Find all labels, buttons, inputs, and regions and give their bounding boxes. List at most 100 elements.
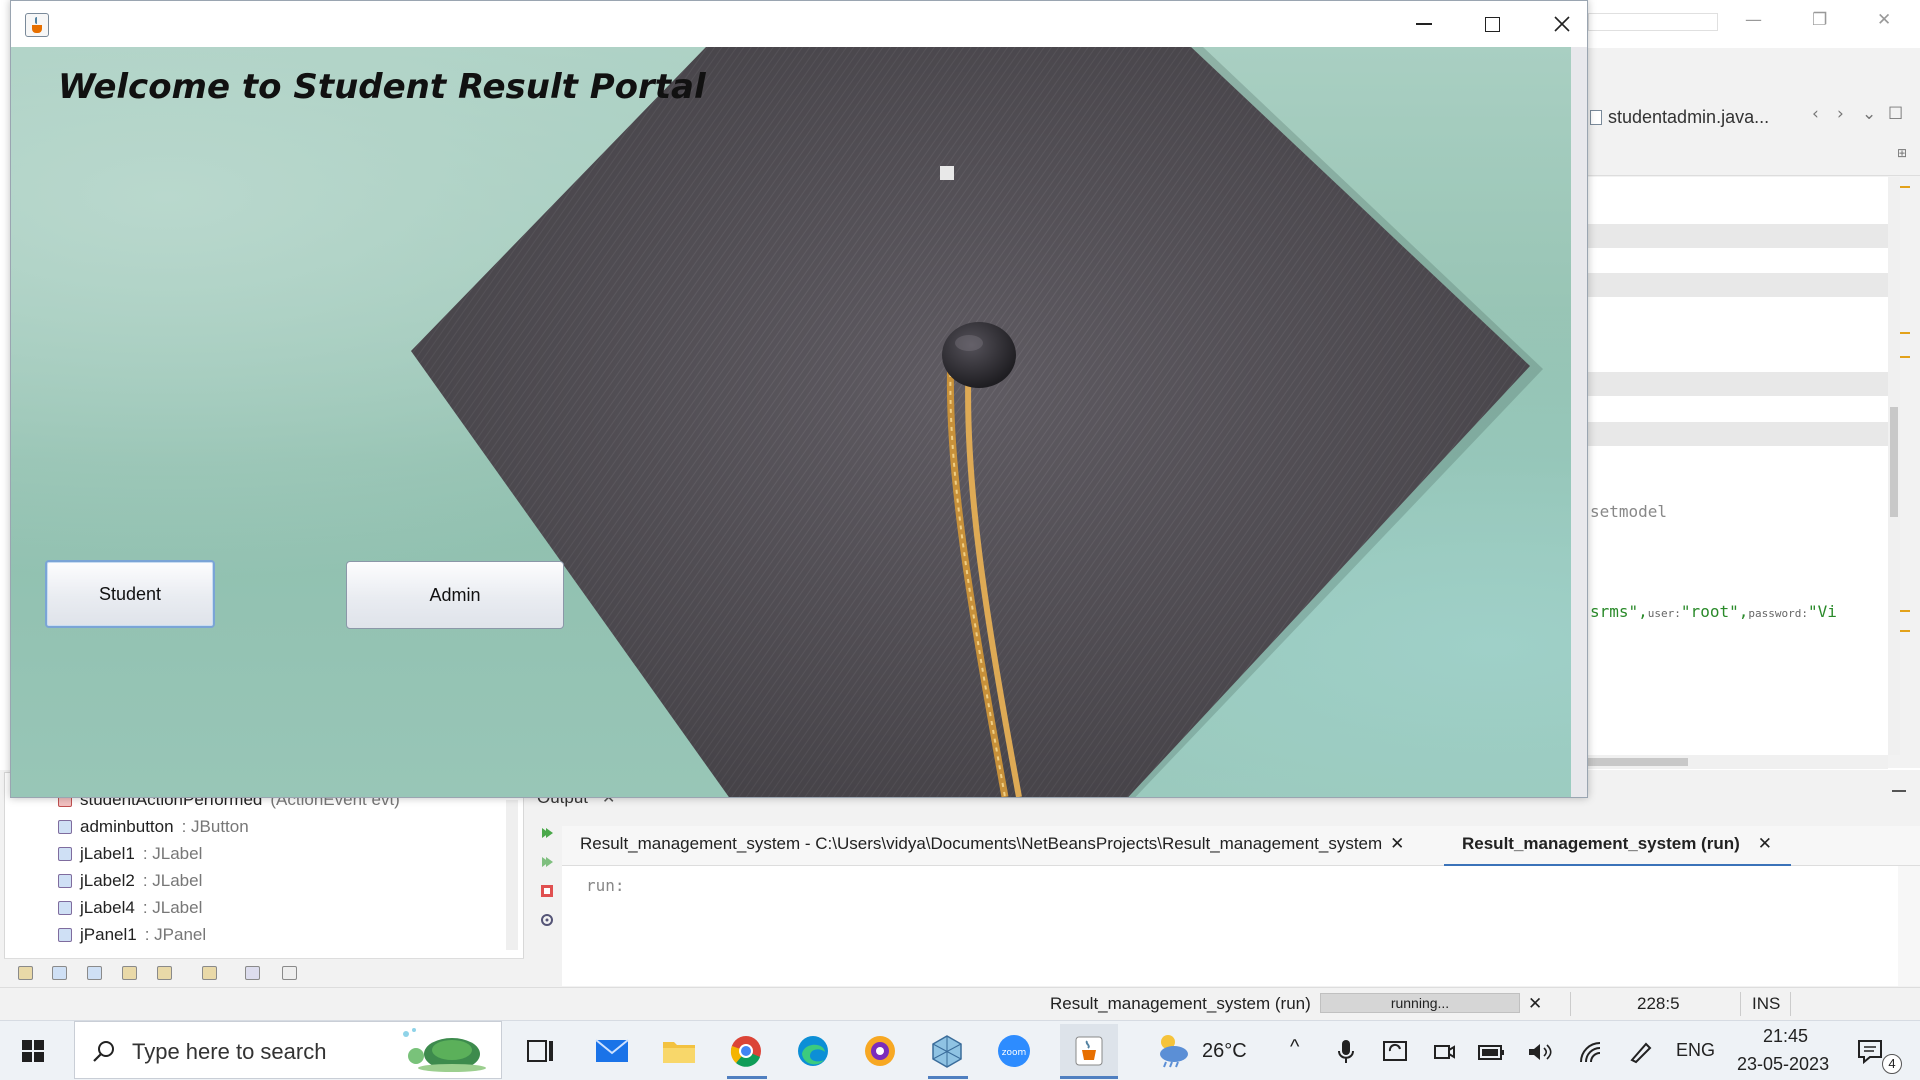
rerun-icon[interactable] [540,826,554,840]
task-view-icon[interactable] [522,1034,560,1068]
file-explorer-icon[interactable] [660,1034,698,1068]
filter-override-icon[interactable] [202,966,217,980]
filter-static-icon[interactable] [87,966,102,980]
edge-icon[interactable] [794,1034,832,1068]
sort-by-name-icon[interactable] [245,966,260,980]
student-portal-window: Welcome to Student Result Portal Student… [10,0,1588,798]
editor-toolbar [1588,142,1920,176]
output-scrollbar[interactable] [1898,866,1920,986]
wifi-icon[interactable] [1578,1040,1604,1064]
navigator-item[interactable]: jLabel2 : JLabel [58,871,202,891]
mail-app-icon[interactable] [593,1034,631,1068]
pen-icon[interactable] [1628,1040,1654,1064]
error-stripe-mark[interactable] [1900,630,1910,632]
status-insert-mode: INS [1752,994,1781,1013]
ide-restore-icon[interactable]: ❐ [1812,10,1827,30]
editor-vertical-scrollbar[interactable] [1888,177,1900,755]
status-running-project[interactable]: Result_management_system (run) [1050,994,1311,1014]
ide-quick-search[interactable] [1588,13,1718,31]
field-icon [58,847,72,861]
tab-scroll-right-icon[interactable]: › [1837,104,1844,124]
avast-browser-icon[interactable] [861,1034,899,1068]
portal-content-panel: Welcome to Student Result Portal Student… [11,47,1571,797]
weather-icon[interactable] [1152,1030,1192,1068]
sync-icon[interactable] [1382,1040,1408,1064]
ide-status-bar [0,987,1920,1020]
filter-inherited-icon[interactable] [18,966,33,980]
tab-list-icon[interactable]: ⌄ [1862,104,1876,124]
close-tab-icon[interactable]: ✕ [1390,834,1404,853]
error-stripe-mark[interactable] [1900,356,1910,358]
search-placeholder: Type here to search [132,1039,327,1064]
admin-button[interactable]: Admin [346,561,564,629]
output-tab-build[interactable]: Result_management_system - C:\Users\vidy… [580,834,1404,854]
zoom-icon[interactable]: zoom [995,1034,1033,1068]
minimize-button[interactable] [1401,9,1447,39]
maximize-icon [1484,16,1500,32]
output-side-toolbar [530,820,562,985]
close-icon [1554,16,1570,32]
battery-icon[interactable] [1478,1042,1506,1062]
code-line-highlight [1588,422,1888,446]
stop-icon[interactable] [540,884,554,898]
start-button[interactable] [22,1040,44,1062]
code-line-setmodel: setmodel [1590,502,1668,521]
filter-innerclass-icon[interactable] [157,966,172,980]
notifications-icon[interactable] [1856,1037,1884,1065]
chrome-icon[interactable] [727,1034,765,1068]
filter-nonpublic-icon[interactable] [122,966,137,980]
student-button[interactable]: Student [45,560,215,628]
output-text: run: [586,876,625,895]
maximize-editor-icon[interactable]: ☐ [1888,104,1903,124]
maximize-button[interactable] [1469,9,1515,39]
code-editor[interactable] [1588,177,1888,755]
output-tab-run[interactable]: Result_management_system (run) ✕ [1462,834,1772,854]
settings-icon[interactable] [540,913,554,927]
search-icon [93,1041,114,1062]
navigator-item[interactable]: jLabel1 : JLabel [58,844,202,864]
cancel-task-icon[interactable]: ✕ [1528,994,1542,1014]
status-caret-position: 228:5 [1637,994,1680,1013]
minimize-icon [1416,23,1432,25]
microphone-icon[interactable] [1336,1040,1356,1064]
welcome-heading: Welcome to Student Result Portal [58,67,706,107]
ide-minimize-icon[interactable]: — [1745,10,1762,30]
language-indicator[interactable]: ENG [1676,1040,1715,1061]
navigator-item[interactable]: adminbutton : JButton [58,817,249,837]
split-editor-icon[interactable]: ⊞ [1897,146,1907,160]
close-tab-icon[interactable]: ✕ [1758,834,1772,853]
field-icon [58,928,72,942]
output-console[interactable] [562,866,1898,986]
rerun-with-args-icon[interactable] [540,855,554,869]
minimize-output-icon[interactable] [1892,790,1906,792]
close-button[interactable] [1539,9,1585,39]
camera-icon[interactable] [1432,1040,1456,1064]
tab-scroll-left-icon[interactable]: ‹ [1812,104,1819,124]
java-app-icon [1075,1036,1103,1066]
code-line-highlight [1588,224,1888,248]
editor-tab-studentadmin[interactable]: studentadmin.java... [1590,102,1769,132]
netbeans-icon[interactable] [928,1034,966,1068]
sort-by-source-icon[interactable] [282,966,297,980]
navigator-item[interactable]: jLabel4 : JLabel [58,898,202,918]
turtle-illustration-icon [403,1028,486,1072]
navigator-scrollbar[interactable] [506,800,518,950]
field-icon [58,820,72,834]
error-stripe-mark[interactable] [1900,186,1910,188]
error-stripe-mark[interactable] [1900,610,1910,612]
weather-temperature[interactable]: 26°C [1202,1040,1247,1063]
show-hidden-icons-icon[interactable]: ^ [1290,1036,1299,1059]
ide-close-icon[interactable]: ✕ [1877,10,1891,30]
error-stripe-mark[interactable] [1900,332,1910,334]
window-right-edge [1571,47,1587,797]
java-file-icon [1590,109,1602,125]
notification-count-badge: 4 [1882,1054,1902,1074]
volume-icon[interactable] [1526,1040,1554,1064]
clock-time[interactable]: 21:45 [1763,1026,1808,1047]
clock-date[interactable]: 23-05-2023 [1737,1054,1829,1075]
navigator-item[interactable]: jPanel1 : JPanel [58,925,206,945]
filter-fields-icon[interactable] [52,966,67,980]
window-title-bar[interactable] [11,1,1587,47]
editor-horizontal-scrollbar[interactable] [1588,755,1888,769]
code-line-connection: srms",user:"root",password:"Vi [1590,602,1837,621]
